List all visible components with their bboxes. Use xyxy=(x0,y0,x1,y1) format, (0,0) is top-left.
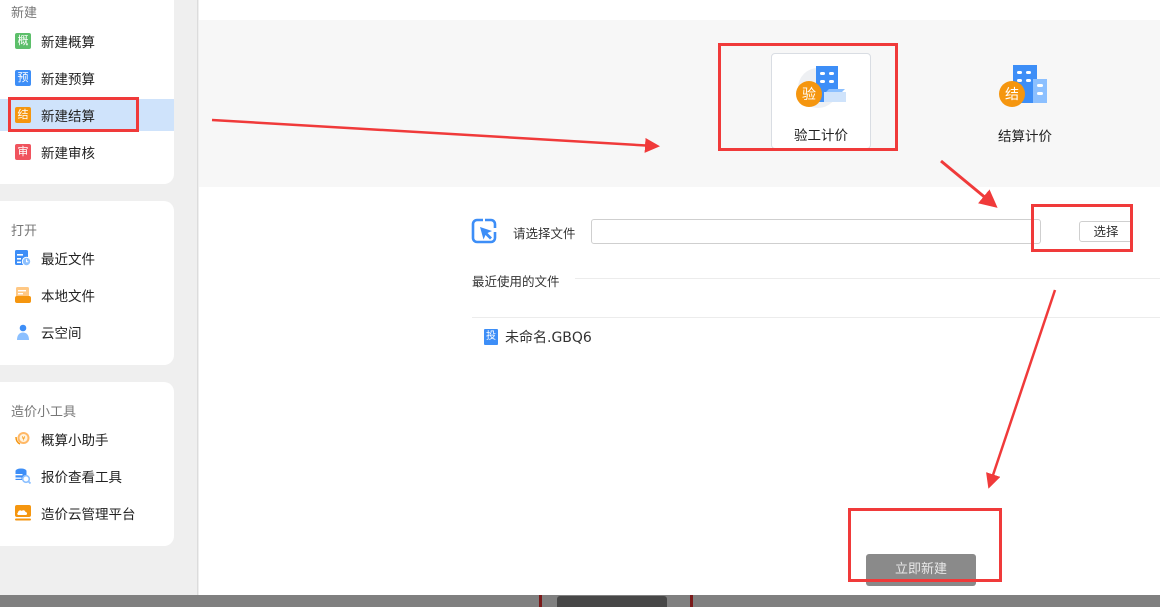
svg-text:结: 结 xyxy=(1005,87,1019,103)
settlement-icon: 结 xyxy=(15,107,31,123)
recent-files-icon xyxy=(15,250,32,267)
bottom-tab[interactable] xyxy=(557,596,667,607)
new-section-title: 新建 xyxy=(11,6,38,21)
open-section: 打开 最近文件 本地文件 云空间 xyxy=(0,201,174,365)
sidebar-item-recent-files[interactable]: 最近文件 xyxy=(0,242,174,274)
sidebar-item-quote-viewer[interactable]: 报价查看工具 xyxy=(0,460,174,492)
file-select-icon xyxy=(471,218,497,248)
file-select-label: 请选择文件 xyxy=(513,226,576,241)
choose-file-button[interactable]: 选择 xyxy=(1079,221,1133,242)
divider xyxy=(575,278,1160,279)
divider xyxy=(472,317,1160,318)
quote-viewer-icon xyxy=(15,468,32,485)
sidebar-item-label: 本地文件 xyxy=(41,289,95,305)
inspection-pricing-icon: 验 xyxy=(796,66,846,108)
cloud-space-icon xyxy=(15,324,31,340)
local-files-icon xyxy=(15,287,31,303)
recent-file-name: 未命名.GBQ6 xyxy=(505,330,592,346)
sidebar-item-estimate-assistant[interactable]: ¥ 概算小助手 xyxy=(0,423,174,455)
estimate-icon: 概 xyxy=(15,33,31,49)
estimate-assistant-icon: ¥ xyxy=(15,431,31,447)
sidebar-item-new-settlement[interactable]: 结 新建结算 xyxy=(0,99,174,131)
budget-icon: 预 xyxy=(15,70,31,86)
tools-section: 造价小工具 ¥ 概算小助手 报价查看工具 造价云管理平台 xyxy=(0,382,174,546)
bottom-marker xyxy=(539,595,542,607)
pricing-type-selector: 验 验工计价 结 结算计价 xyxy=(199,20,1160,187)
svg-text:验: 验 xyxy=(802,87,816,103)
sidebar-item-label: 报价查看工具 xyxy=(41,470,122,486)
create-now-button[interactable]: 立即新建 xyxy=(866,554,976,586)
type-card-label: 验工计价 xyxy=(794,128,848,144)
bid-file-icon: 投 xyxy=(484,329,498,345)
sidebar-item-new-audit[interactable]: 审 新建审核 xyxy=(0,136,174,168)
sidebar-item-label: 最近文件 xyxy=(41,252,95,268)
audit-icon: 审 xyxy=(15,144,31,160)
tools-section-title: 造价小工具 xyxy=(11,405,77,420)
type-card-label: 结算计价 xyxy=(998,129,1052,145)
sidebar-item-label: 造价云管理平台 xyxy=(41,507,136,523)
file-path-input[interactable] xyxy=(591,219,1041,244)
settlement-pricing-icon: 结 xyxy=(999,65,1047,107)
main-panel: 验 验工计价 结 结算计价 请选择文件 选择 最近使用的文件 投 未命名.GBQ… xyxy=(199,0,1160,595)
sidebar-item-new-budget[interactable]: 预 新建预算 xyxy=(0,62,174,94)
sidebar-item-cloud-platform[interactable]: 造价云管理平台 xyxy=(0,497,174,529)
sidebar: 新建 概 新建概算 预 新建预算 结 新建结算 审 新建审核 打开 最近文件 本… xyxy=(0,0,198,595)
sidebar-item-label: 新建结算 xyxy=(41,109,95,125)
open-section-title: 打开 xyxy=(11,224,38,239)
sidebar-item-label: 概算小助手 xyxy=(41,433,109,449)
sidebar-item-label: 新建预算 xyxy=(41,72,95,88)
sidebar-item-new-estimate[interactable]: 概 新建概算 xyxy=(0,25,174,57)
sidebar-item-label: 新建审核 xyxy=(41,146,95,162)
sidebar-item-label: 云空间 xyxy=(41,326,82,342)
svg-text:¥: ¥ xyxy=(22,436,26,443)
sidebar-item-cloud-space[interactable]: 云空间 xyxy=(0,316,174,348)
recent-files-title: 最近使用的文件 xyxy=(472,274,560,289)
bottom-marker xyxy=(690,595,693,607)
sidebar-item-local-files[interactable]: 本地文件 xyxy=(0,279,174,311)
recent-file-item[interactable]: 投 未命名.GBQ6 xyxy=(484,327,592,347)
cloud-platform-icon xyxy=(15,505,31,521)
sidebar-item-label: 新建概算 xyxy=(41,35,95,51)
type-card-inspection-pricing[interactable]: 验 验工计价 xyxy=(771,53,871,149)
new-section: 新建 概 新建概算 预 新建预算 结 新建结算 审 新建审核 xyxy=(0,0,174,184)
type-card-settlement-pricing[interactable]: 结 结算计价 xyxy=(975,53,1075,149)
